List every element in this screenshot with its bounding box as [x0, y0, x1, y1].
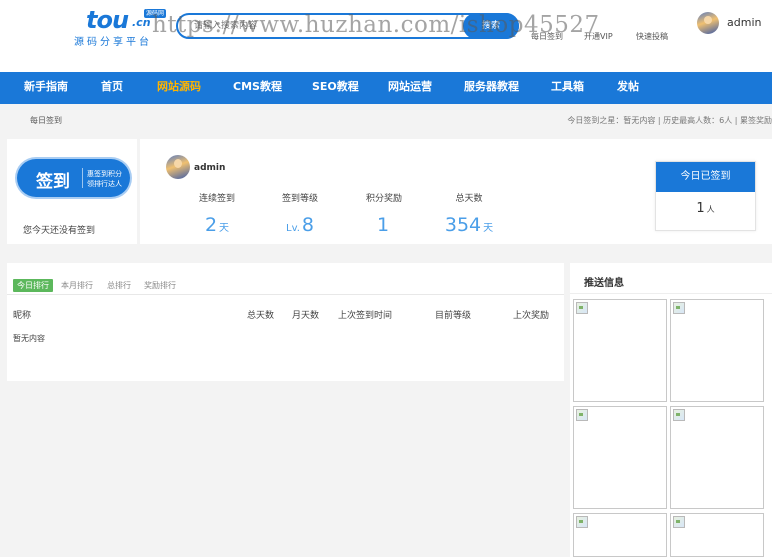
push-image-thumbnail[interactable] — [573, 299, 667, 402]
stat-total-days: 总天数 354 天 — [429, 191, 509, 236]
stat-number: 8 — [301, 214, 314, 236]
ranking-panel: 今日排行 本月排行 总排行 奖励排行 昵称 总天数 月天数 上次签到时间 目前等… — [7, 263, 564, 381]
stat-number: 2 — [204, 214, 218, 236]
quick-link-vip[interactable]: 开通VIP — [584, 31, 613, 42]
site-header: tou 源码网 .cn 源码分享平台 搜索 每日签到 开通VIP 快速投稿 ad… — [0, 0, 772, 72]
search-box: 搜索 — [176, 13, 519, 39]
quick-link-submit[interactable]: 快速投稿 — [636, 31, 668, 42]
breadcrumb: 每日签到 今日签到之星：暂无内容 | 历史最高人数：6人 | 累签奖励 — [0, 104, 772, 134]
stat-label: 积分奖励 — [365, 194, 402, 204]
nav-item-post[interactable]: 发帖 — [617, 72, 639, 104]
sign-hint-line2: 领排行达人 — [87, 180, 122, 188]
stat-unit: 天 — [219, 223, 230, 234]
stat-sign-level: 签到等级 Lv. 8 — [260, 191, 340, 236]
column-header-total-days: 总天数 — [247, 311, 275, 321]
site-logo[interactable]: tou 源码网 .cn 源码分享平台 — [74, 6, 169, 48]
stat-value: 2天 — [177, 214, 257, 236]
nav-item-seo[interactable]: SEO教程 — [312, 72, 359, 104]
stat-number: 354 — [444, 214, 482, 236]
logo-subtitle: 源码分享平台 — [74, 37, 152, 48]
avatar[interactable] — [697, 12, 719, 34]
sign-summary-stats: 今日签到之星：暂无内容 | 历史最高人数：6人 | 累签奖励 — [567, 116, 772, 125]
stat-label: 签到等级 — [281, 194, 318, 204]
stat-unit: 天 — [483, 223, 494, 234]
push-image-thumbnail[interactable] — [670, 406, 764, 509]
nav-item-guide[interactable]: 新手指南 — [24, 72, 68, 104]
push-image-thumbnail[interactable] — [573, 406, 667, 509]
tab-divider — [7, 294, 564, 295]
ranking-empty-text: 暂无内容 — [13, 334, 45, 343]
nav-item-tools[interactable]: 工具箱 — [551, 72, 584, 104]
stat-value: Lv. 8 — [260, 214, 340, 236]
stat-label: 连续签到 — [198, 194, 235, 204]
tab-month-rank[interactable]: 本月排行 — [61, 279, 93, 292]
push-info-panel: 推送信息 — [570, 263, 772, 557]
stat-label: 总天数 — [455, 194, 483, 204]
today-count-number: 1 — [696, 201, 705, 216]
push-image-thumbnail[interactable] — [670, 513, 764, 557]
breadcrumb-current: 每日签到 — [30, 116, 62, 125]
tab-reward-rank[interactable]: 奖励排行 — [144, 279, 176, 292]
stat-unit: Lv. — [286, 223, 300, 234]
logo-suffix: .cn — [132, 16, 151, 29]
column-header-month-days: 月天数 — [292, 311, 320, 321]
sign-hint-line1: 惠签到积分 — [87, 170, 122, 178]
today-count-unit: 人 — [706, 205, 715, 214]
today-signed-count: 1人 — [656, 192, 755, 227]
main-nav: 新手指南 首页 网站源码 CMS教程 SEO教程 网站运营 服务器教程 工具箱 … — [0, 72, 772, 104]
logo-text: tou — [86, 6, 129, 34]
column-header-last-sign: 上次签到时间 — [338, 311, 393, 321]
push-info-title: 推送信息 — [584, 278, 624, 289]
tab-total-rank[interactable]: 总排行 — [107, 279, 131, 292]
username-label: admin — [727, 16, 762, 29]
column-header-level: 目前等级 — [435, 311, 472, 321]
stat-points-reward: 积分奖励 1 — [344, 191, 424, 236]
search-input[interactable] — [178, 15, 468, 37]
nav-item-server[interactable]: 服务器教程 — [464, 72, 519, 104]
sign-button-divider — [82, 168, 83, 188]
quick-link-sign[interactable]: 每日签到 — [531, 31, 563, 42]
stat-value: 354 天 — [429, 214, 509, 236]
stat-consecutive-days: 连续签到 2天 — [177, 191, 257, 236]
nav-item-home[interactable]: 首页 — [101, 72, 123, 104]
user-avatar[interactable] — [166, 155, 190, 179]
column-header-last-reward: 上次奖励 — [513, 311, 550, 321]
user-sign-stats-panel: admin 连续签到 2天 签到等级 Lv. 8 积分奖励 1 总天数 354 天 … — [140, 139, 772, 244]
sign-in-hint: 惠签到积分 领排行达人 — [87, 169, 129, 189]
push-image-thumbnail[interactable] — [573, 513, 667, 557]
stat-number: 1 — [376, 214, 390, 236]
nav-item-source[interactable]: 网站源码 — [157, 72, 201, 104]
sign-action-panel: 签到 惠签到积分 领排行达人 您今天还没有签到 — [7, 139, 137, 244]
column-header-nickname: 昵称 — [13, 311, 32, 321]
sign-in-label: 签到 — [36, 172, 70, 192]
search-button[interactable]: 搜索 — [463, 13, 519, 39]
user-name: admin — [194, 163, 226, 173]
stat-value: 1 — [344, 214, 424, 236]
nav-item-operation[interactable]: 网站运营 — [388, 72, 432, 104]
push-divider — [570, 293, 772, 294]
today-signed-card: 今日已签到 1人 — [655, 161, 756, 231]
today-signed-title: 今日已签到 — [656, 162, 755, 192]
nav-item-cms[interactable]: CMS教程 — [233, 72, 282, 104]
sign-status-text: 您今天还没有签到 — [23, 226, 96, 236]
push-image-thumbnail[interactable] — [670, 299, 764, 402]
tab-today-rank[interactable]: 今日排行 — [13, 279, 53, 292]
sign-in-button[interactable]: 签到 惠签到积分 领排行达人 — [17, 159, 130, 197]
